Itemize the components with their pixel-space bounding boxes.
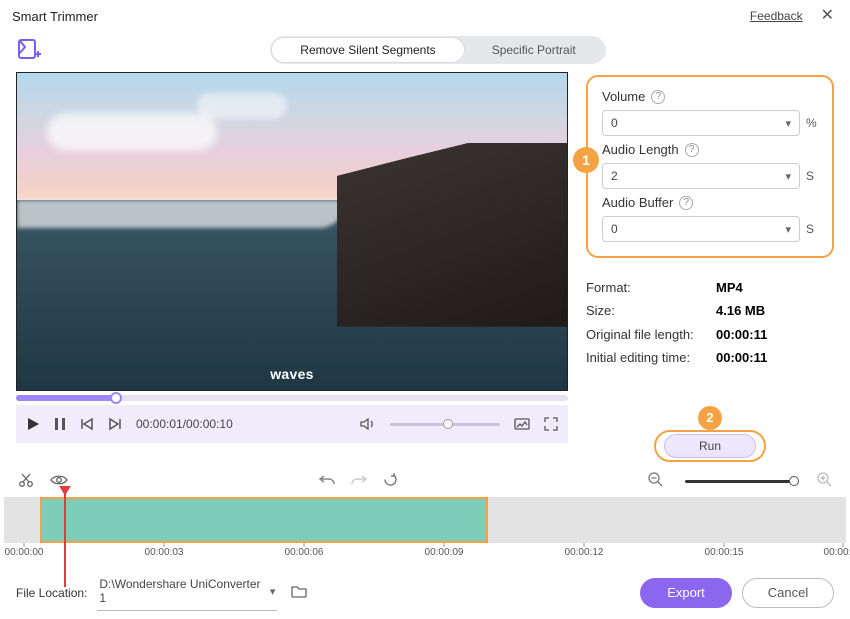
annotation-2-badge: 2 xyxy=(698,406,722,430)
tick-label: 00:00:06 xyxy=(285,547,324,558)
add-media-icon[interactable] xyxy=(16,37,42,63)
close-icon[interactable]: ✕ xyxy=(817,6,838,26)
run-button[interactable]: Run xyxy=(664,434,756,458)
undo-icon[interactable] xyxy=(319,473,335,490)
length-unit: S xyxy=(806,169,818,183)
player-controls: 00:00:01/00:00:10 xyxy=(16,405,568,443)
prev-frame-icon[interactable] xyxy=(80,417,94,431)
next-frame-icon[interactable] xyxy=(108,417,122,431)
clip-segment[interactable] xyxy=(40,497,488,543)
chevron-down-icon: ▾ xyxy=(785,223,791,236)
help-icon[interactable]: ? xyxy=(679,196,693,210)
audio-length-select[interactable]: 2▾ xyxy=(602,163,800,189)
volume-label: Volume xyxy=(602,89,645,104)
volume-slider[interactable] xyxy=(390,423,500,426)
tick-label: 00:00:15 xyxy=(705,547,744,558)
cancel-button[interactable]: Cancel xyxy=(742,578,834,608)
audio-buffer-select[interactable]: 0▾ xyxy=(602,216,800,242)
browse-folder-icon[interactable] xyxy=(291,584,307,601)
chevron-down-icon: ▾ xyxy=(785,170,791,183)
reset-icon[interactable] xyxy=(383,472,398,490)
play-icon[interactable] xyxy=(26,417,40,431)
file-metadata: Format:MP4 Size:4.16 MB Original file le… xyxy=(586,276,834,370)
export-button[interactable]: Export xyxy=(640,578,732,608)
audio-length-label: Audio Length xyxy=(602,142,679,157)
cut-icon[interactable] xyxy=(18,472,34,491)
zoom-in-icon[interactable] xyxy=(817,472,832,490)
audio-buffer-label: Audio Buffer xyxy=(602,195,673,210)
file-location-label: File Location: xyxy=(16,586,87,600)
timeline-track[interactable] xyxy=(4,497,846,543)
tick-label: 00:00:00 xyxy=(5,547,44,558)
timecode: 00:00:01/00:00:10 xyxy=(136,417,233,431)
file-location-select[interactable]: D:\Wondershare UniConverter 1▾ xyxy=(97,574,277,611)
tick-label: 00:00:18 xyxy=(824,547,850,558)
app-title: Smart Trimmer xyxy=(12,9,98,24)
tick-label: 00:00:12 xyxy=(565,547,604,558)
chevron-down-icon: ▾ xyxy=(785,117,791,130)
help-icon[interactable]: ? xyxy=(685,143,699,157)
mode-tabs: Remove Silent Segments Specific Portrait xyxy=(42,36,834,64)
feedback-link[interactable]: Feedback xyxy=(750,9,803,23)
annotation-1-badge: 1 xyxy=(573,147,599,173)
volume-icon[interactable] xyxy=(360,417,376,431)
video-preview[interactable]: waves xyxy=(16,72,568,391)
tick-label: 00:00:03 xyxy=(145,547,184,558)
run-highlight: Run xyxy=(654,430,766,462)
buffer-unit: S xyxy=(806,222,818,236)
video-caption: waves xyxy=(270,366,314,382)
seek-bar[interactable] xyxy=(16,395,568,401)
pause-icon[interactable] xyxy=(54,417,66,431)
volume-select[interactable]: 0▾ xyxy=(602,110,800,136)
time-ruler: 00:00:00 00:00:03 00:00:06 00:00:09 00:0… xyxy=(4,543,846,573)
snapshot-icon[interactable] xyxy=(514,417,530,431)
tick-label: 00:00:09 xyxy=(425,547,464,558)
zoom-slider[interactable] xyxy=(685,480,795,483)
parameters-panel: 1 Volume? 0▾ % Audio Length? 2▾ S Audio … xyxy=(586,75,834,258)
tab-remove-silent[interactable]: Remove Silent Segments xyxy=(272,38,463,62)
zoom-out-icon[interactable] xyxy=(648,472,663,490)
tab-specific-portrait[interactable]: Specific Portrait xyxy=(464,38,604,62)
help-icon[interactable]: ? xyxy=(651,90,665,104)
fullscreen-icon[interactable] xyxy=(544,417,558,431)
volume-unit: % xyxy=(806,116,818,130)
chevron-down-icon: ▾ xyxy=(270,585,276,598)
redo-icon[interactable] xyxy=(351,473,367,490)
